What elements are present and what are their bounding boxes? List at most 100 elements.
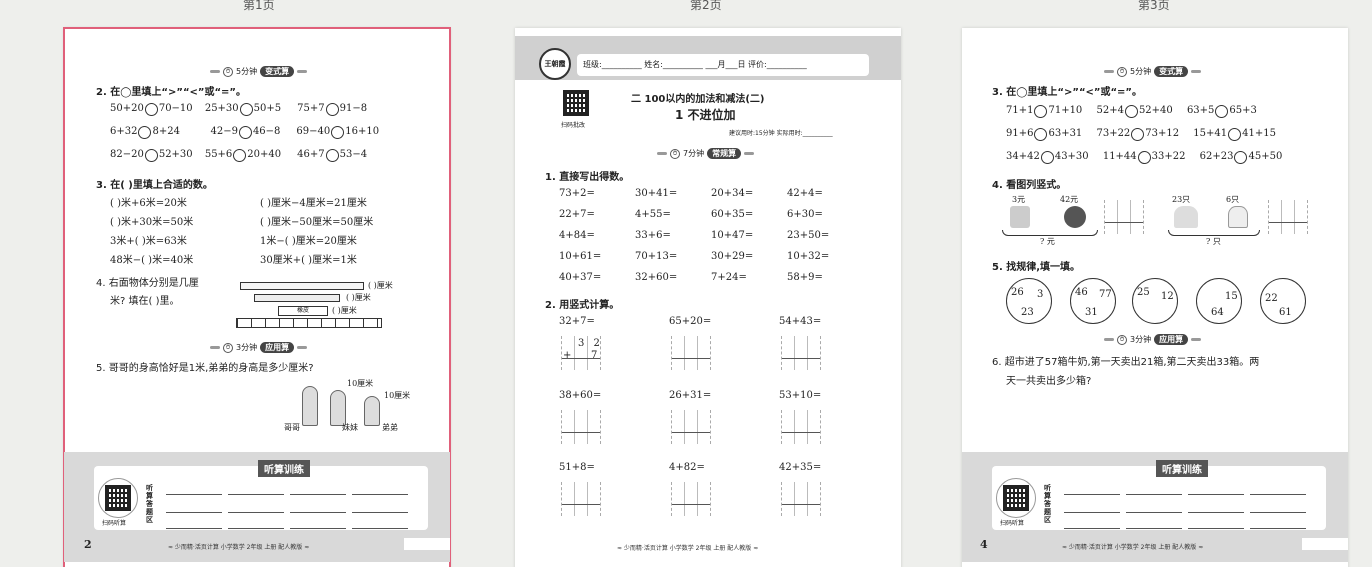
listening-title: 听算训练 <box>258 460 310 477</box>
qr-code-icon[interactable] <box>105 485 131 511</box>
page-footer: ≈ 少而精·活页计算 小学数学 2年级 上册 配人教版 ≈ <box>617 545 759 552</box>
pattern-wheel: 25 12 <box>1132 278 1178 324</box>
pattern-wheel: 26 3 23 <box>1006 278 1052 324</box>
listening-answer-box: 听算训练 扫码听算 听算答题区 <box>94 460 428 530</box>
question-4-line2: 米? 填在( )里。 <box>110 296 180 307</box>
page-footer: ≈ 少而精·活页计算 小学数学 2年级 上册 配人教版 ≈ <box>1062 544 1204 551</box>
pattern-wheel: 15 64 <box>1196 278 1242 324</box>
question-3-title: 3. 在◯里填上“>”“<”或“=”。 <box>992 87 1142 98</box>
vertical-grid[interactable] <box>781 410 821 444</box>
page-thumbnail-3[interactable]: ⏱ 5分钟 变式算 3. 在◯里填上“>”“<”或“=”。 71+1 71+10 … <box>962 28 1348 567</box>
page-label-2: 第2页 <box>690 0 722 12</box>
vertical-grid[interactable] <box>671 410 711 444</box>
fill-row: ( )米+30米=50米( )厘米−50厘米=50厘米 <box>110 217 374 228</box>
unknown-total: ? 只 <box>1206 237 1221 246</box>
ball-figure <box>1064 206 1086 228</box>
vertical-grid[interactable] <box>1268 200 1308 234</box>
vertical-calc-row: 51+8= 4+82= 42+35= <box>559 462 822 473</box>
count-label: 6只 <box>1226 195 1240 204</box>
qr-caption: 扫码批改 <box>561 122 586 129</box>
unit-title: 二 100以内的加法和减法(二) <box>631 94 765 105</box>
height-diff-b: 10厘米 <box>384 391 411 400</box>
calc-row: 22+7= 4+55= 60+35= 6+30= <box>559 209 823 220</box>
question-2-title: 2. 在◯里填上“>”“<”或“=”。 <box>96 87 246 98</box>
qr-caption: 扫码听算 <box>102 520 127 527</box>
caption-brother: 哥哥 <box>284 423 300 432</box>
qr-code-icon[interactable] <box>563 90 589 116</box>
vertical-grid[interactable] <box>1104 200 1144 234</box>
compare-row: 82−20 52+30 55+6 20+40 46+7 53−4 <box>110 149 368 162</box>
rooster-figure <box>1174 206 1198 228</box>
calc-row: 4+84= 33+6= 10+47= 23+50= <box>559 230 830 241</box>
child-figure <box>364 396 380 426</box>
calc-row: 40+37= 32+60= 7+24= 58+9= <box>559 272 823 283</box>
length-label-c: ( )厘米 <box>332 306 357 315</box>
ruler-figure <box>236 318 382 328</box>
plus-sign: + <box>563 350 572 361</box>
price-label: 42元 <box>1060 195 1079 204</box>
eraser-figure: 橡皮 <box>278 306 328 316</box>
section-badge: ⏱ 3分钟 应用算 <box>1104 334 1202 345</box>
length-label-a: ( )厘米 <box>368 281 393 290</box>
question-6-line1: 6. 超市进了57箱牛奶,第一天卖出21箱,第二天卖出33箱。两 <box>992 357 1260 368</box>
compare-row: 71+1 71+10 52+4 52+40 63+5 65+3 <box>1006 105 1257 118</box>
lesson-title: 1 不进位加 <box>675 108 736 122</box>
plant-figure <box>1010 206 1030 228</box>
page-label-1: 第1页 <box>243 0 275 12</box>
fill-row: 48米−( )米=40米 30厘米+( )厘米=1米 <box>110 255 357 266</box>
suggested-time: 建议用时:15分钟 实际用时:__________ <box>729 130 833 137</box>
pattern-wheel: 46 77 31 <box>1070 278 1116 324</box>
page-number: 4 <box>980 538 988 551</box>
page-number: 2 <box>84 538 92 551</box>
page-label-3: 第3页 <box>1138 0 1170 12</box>
section-badge: ⏱ 5分钟 变式算 <box>210 66 308 77</box>
pattern-wheel: 22 61 <box>1260 278 1306 324</box>
listening-answer-box: 听算训练 扫码听算 听算答题区 <box>992 460 1326 530</box>
question-2-title: 2. 用竖式计算。 <box>545 300 620 311</box>
logo: 王朝霞 <box>539 48 571 80</box>
compare-row: 50+20 70−10 25+30 50+5 75+7 91−8 <box>110 103 368 116</box>
question-5-title: 5. 哥哥的身高恰好是1米,弟弟的身高是多少厘米? <box>96 363 314 374</box>
listening-side-label: 听算答题区 <box>146 483 153 524</box>
unknown-total: ? 元 <box>1040 237 1055 246</box>
caption-younger-brother: 弟弟 <box>382 423 398 432</box>
student-info-fields: 班级:__________ 姓名:__________ ___月___日 评价:… <box>577 54 869 76</box>
listening-side-label: 听算答题区 <box>1044 483 1051 524</box>
listening-title: 听算训练 <box>1156 460 1208 477</box>
length-label-b: ( )厘米 <box>346 293 371 302</box>
section-badge: ⏱ 5分钟 变式算 <box>1104 66 1202 77</box>
qr-caption: 扫码听算 <box>1000 520 1025 527</box>
height-diff-a: 10厘米 <box>347 379 374 388</box>
caption-sister: 妹妹 <box>342 423 358 432</box>
question-5-title: 5. 找规律,填一填。 <box>992 262 1081 273</box>
calc-row: 10+61= 70+13= 30+29= 10+32= <box>559 251 830 262</box>
demo-digits: 3 2 <box>578 338 603 349</box>
page-thumbnail-1[interactable]: ⏱ 5分钟 变式算 2. 在◯里填上“>”“<”或“=”。 50+20 70−10… <box>63 27 451 567</box>
listening-section: 听算训练 扫码听算 听算答题区 2 ≈ 少而精·活页计算 小学数学 2年级 上册… <box>64 452 450 562</box>
section-badge: ⏱ 3分钟 应用算 <box>210 342 308 353</box>
vertical-grid[interactable] <box>671 336 711 370</box>
vertical-grid[interactable] <box>561 482 601 516</box>
pen-figure <box>254 294 340 302</box>
question-4-title: 4. 看图列竖式。 <box>992 180 1067 191</box>
vertical-calc-row: 32+7= 65+20= 54+43= <box>559 316 822 327</box>
vertical-grid[interactable] <box>781 482 821 516</box>
vertical-grid[interactable] <box>781 336 821 370</box>
child-figure <box>330 390 346 426</box>
question-4-line1: 4. 右面物体分别是几厘 <box>96 278 199 289</box>
question-3-title: 3. 在( )里填上合适的数。 <box>96 180 213 191</box>
vertical-grid[interactable] <box>671 482 711 516</box>
count-label: 23只 <box>1172 195 1191 204</box>
demo-digits: 7 <box>591 350 598 361</box>
chicken-figure <box>1228 206 1248 228</box>
vertical-grid[interactable] <box>561 410 601 444</box>
question-1-title: 1. 直接写出得数。 <box>545 172 630 183</box>
page-footer: ≈ 少而精·活页计算 小学数学 2年级 上册 配人教版 ≈ <box>168 544 310 551</box>
compare-row: 34+42 43+30 11+44 33+22 62+23 45+50 <box>1006 151 1283 164</box>
qr-code-icon[interactable] <box>1003 485 1029 511</box>
fill-row: 3米+( )米=63米 1米−( )厘米=20厘米 <box>110 236 357 247</box>
question-6-line2: 天一共卖出多少箱? <box>1006 376 1092 387</box>
page-thumbnail-2[interactable]: 王朝霞 班级:__________ 姓名:__________ ___月___日… <box>515 28 901 567</box>
price-label: 3元 <box>1012 195 1026 204</box>
pencil-figure <box>240 282 364 290</box>
